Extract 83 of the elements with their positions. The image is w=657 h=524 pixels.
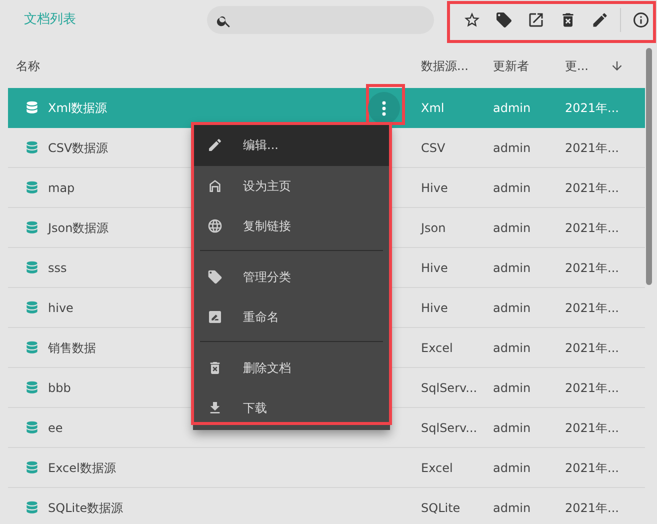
table-cell: admin — [493, 180, 531, 194]
table-cell-text: SQLite数据源 — [48, 500, 124, 516]
table-cell-text: ee — [48, 420, 63, 436]
more-icon — [382, 100, 386, 116]
database-icon — [24, 100, 40, 116]
table-cell: 2021年... — [565, 300, 619, 314]
info-icon — [632, 11, 650, 29]
database-icon — [24, 220, 40, 236]
database-icon — [24, 420, 40, 436]
table-cell-text: Excel数据源 — [48, 460, 116, 476]
database-icon — [24, 500, 40, 516]
table-cell: CSV — [421, 140, 446, 154]
edit-icon — [207, 137, 223, 153]
search-field[interactable] — [207, 6, 434, 34]
menu-item[interactable]: 删除文档 — [193, 348, 390, 388]
edit-icon — [591, 11, 609, 29]
menu-item[interactable]: 编辑... — [193, 124, 390, 166]
column-header[interactable]: 数据源... — [421, 57, 468, 75]
table-cell-text: 销售数据 — [48, 340, 96, 356]
menu-item[interactable]: 复制链接 — [193, 206, 390, 246]
rename-icon — [207, 309, 223, 325]
table-cell: 2021年... — [565, 180, 619, 194]
table-cell-text: Json数据源 — [48, 220, 109, 236]
menu-item[interactable]: 管理分类 — [193, 257, 390, 297]
scrollbar[interactable] — [646, 48, 652, 285]
table-cell-text: Xml数据源 — [48, 100, 108, 116]
more-button[interactable] — [368, 92, 400, 124]
table-cell-text: CSV数据源 — [48, 140, 108, 156]
table-cell: admin — [493, 260, 531, 274]
menu-item[interactable]: 设为主页 — [193, 166, 390, 206]
column-header[interactable]: 更新者 — [493, 57, 529, 75]
table-cell: admin — [493, 220, 531, 234]
menu-item[interactable]: 重命名 — [193, 297, 390, 337]
table-cell: 2021年... — [565, 380, 619, 394]
database-icon — [24, 140, 40, 156]
tag-icon — [495, 11, 513, 29]
table-cell: Excel — [421, 340, 453, 354]
open-external-icon — [527, 11, 545, 29]
table-cell: admin — [493, 140, 531, 154]
database-icon — [24, 300, 40, 316]
sort-down-icon[interactable] — [610, 59, 624, 73]
star-icon — [463, 11, 481, 29]
table-cell: Json — [421, 220, 446, 234]
table-cell: admin — [493, 100, 531, 114]
database-icon — [24, 460, 40, 476]
database-icon — [24, 340, 40, 356]
table-cell-text: bbb — [48, 380, 71, 396]
table-cell: Hive — [421, 260, 448, 274]
table-cell: admin — [493, 460, 531, 474]
table-cell: Hive — [421, 180, 448, 194]
table-cell: 2021年... — [565, 500, 619, 514]
table-row[interactable]: Excel数据源 Excel admin 2021年... — [8, 448, 645, 488]
table-cell: 2021年... — [565, 420, 619, 434]
table-cell: SqlServ... — [421, 380, 478, 394]
table-cell: 2021年... — [565, 100, 619, 114]
table-cell: Hive — [421, 300, 448, 314]
table-cell: SqlServ... — [421, 420, 478, 434]
table-cell: admin — [493, 340, 531, 354]
table-cell: admin — [493, 380, 531, 394]
page-title: 文档列表 — [24, 11, 77, 30]
column-header[interactable]: 更... — [565, 57, 588, 75]
table-cell: SQLite — [421, 500, 460, 514]
tag-icon — [207, 269, 223, 285]
home-icon — [207, 178, 223, 194]
table-row[interactable]: SQLite数据源 SQLite admin 2021年... — [8, 488, 645, 524]
table-cell: 2021年... — [565, 220, 619, 234]
table-cell-text: hive — [48, 300, 74, 316]
table-cell: admin — [493, 500, 531, 514]
table-cell-text: map — [48, 180, 75, 196]
database-icon — [24, 260, 40, 276]
table-cell: 2021年... — [565, 140, 619, 154]
table-cell: Xml — [421, 100, 444, 114]
table-cell: admin — [493, 300, 531, 314]
database-icon — [24, 380, 40, 396]
table-cell-text: sss — [48, 260, 67, 276]
table-cell: 2021年... — [565, 340, 619, 354]
table-cell: Excel — [421, 460, 453, 474]
table-cell: 2021年... — [565, 260, 619, 274]
table-cell: 2021年... — [565, 460, 619, 474]
globe-icon — [207, 218, 223, 234]
table-cell: admin — [493, 420, 531, 434]
database-icon — [24, 180, 40, 196]
column-header[interactable]: 名称 — [16, 59, 40, 73]
